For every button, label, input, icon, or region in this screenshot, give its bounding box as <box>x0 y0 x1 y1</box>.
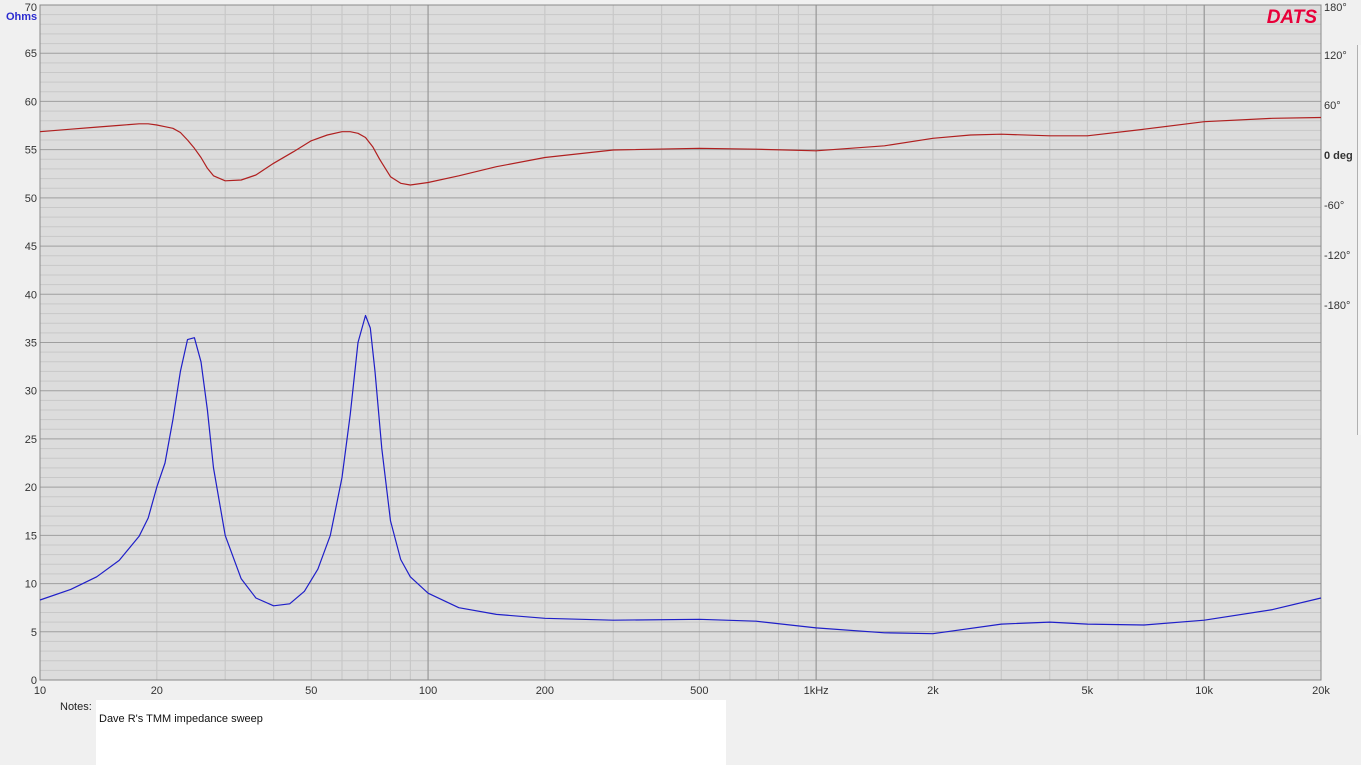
impedance-chart: 0510152025303540455055606570 180°120°60°0… <box>6 2 1353 697</box>
y-tick-label: 40 <box>25 289 37 301</box>
right-tick-label: 180° <box>1324 2 1347 14</box>
notes-field[interactable]: Dave R's TMM impedance sweep <box>96 700 726 765</box>
y-tick-label: 45 <box>25 241 37 253</box>
y-tick-label: 50 <box>25 193 37 205</box>
x-tick-label: 50 <box>305 685 317 697</box>
y-tick-label: 20 <box>25 482 37 494</box>
x-tick-label: 5k <box>1082 685 1094 697</box>
right-tick-label: -120° <box>1324 250 1350 262</box>
x-tick-label: 20 <box>151 685 163 697</box>
panel-edge <box>1357 45 1361 435</box>
notes-label: Notes: <box>60 701 92 713</box>
right-tick-label: -60° <box>1324 200 1344 212</box>
right-tick-label: 120° <box>1324 50 1347 62</box>
left-axis-label: Ohms <box>6 11 37 23</box>
y-tick-label: 60 <box>25 96 37 108</box>
x-tick-label: 10 <box>34 685 46 697</box>
x-tick-label: 10k <box>1195 685 1213 697</box>
y-tick-label: 35 <box>25 338 37 350</box>
x-tick-label: 500 <box>690 685 708 697</box>
y-tick-label: 30 <box>25 386 37 398</box>
right-tick-label: -180° <box>1324 300 1350 312</box>
x-tick-label: 100 <box>419 685 437 697</box>
x-tick-label: 20k <box>1312 685 1330 697</box>
dats-logo: DATS <box>1267 7 1318 28</box>
y-tick-label: 25 <box>25 434 37 446</box>
right-tick-label: 60° <box>1324 100 1341 112</box>
y-tick-label: 10 <box>25 579 37 591</box>
y-tick-label: 55 <box>25 145 37 157</box>
x-tick-label: 1kHz <box>804 685 829 697</box>
x-tick-label: 2k <box>927 685 939 697</box>
right-tick-label: 0 deg <box>1324 150 1353 162</box>
y-tick-label: 15 <box>25 530 37 542</box>
x-tick-label: 200 <box>536 685 554 697</box>
y-tick-label: 5 <box>31 627 37 639</box>
y-tick-label: 65 <box>25 48 37 60</box>
notes-text: Dave R's TMM impedance sweep <box>99 713 263 725</box>
